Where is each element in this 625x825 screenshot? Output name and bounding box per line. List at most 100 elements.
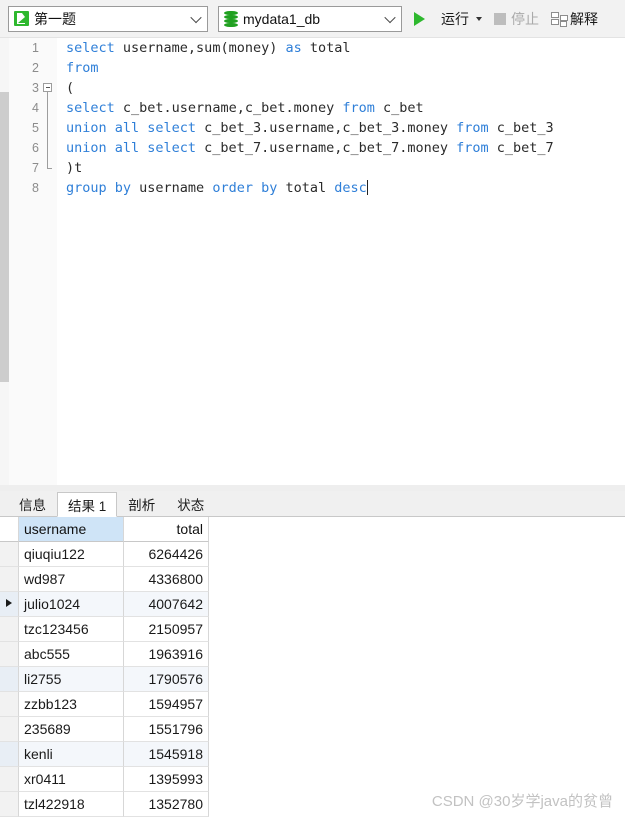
row-marker[interactable] <box>0 617 19 642</box>
code-text: union all select c_bet_7.username,c_bet_… <box>66 140 554 156</box>
code-text: ( <box>66 80 75 96</box>
row-marker[interactable] <box>0 692 19 717</box>
sql-client-window: 第一题 mydata1_db 运行 停止 解释 1 select username… <box>0 0 625 825</box>
column-header-username[interactable]: username <box>19 517 124 542</box>
cell-username[interactable]: xr0411 <box>19 767 124 792</box>
grid-header-row: username total <box>0 517 625 542</box>
stop-button-label: 停止 <box>511 10 539 27</box>
explain-button-label: 解释 <box>570 10 598 27</box>
result-grid[interactable]: username total qiuqiu122 6264426 wd987 433680… <box>0 517 625 825</box>
table-row[interactable]: julio1024 4007642 <box>0 592 625 617</box>
code-line: 5 union all select c_bet_3.username,c_bet… <box>9 118 625 138</box>
result-panel: 信息 结果 1 剖析 状态 username total qiuqiu122 6264426… <box>0 491 625 825</box>
database-selector-value: mydata1_db <box>243 10 321 27</box>
code-text: from <box>66 60 99 76</box>
table-row[interactable]: wd987 4336800 <box>0 567 625 592</box>
row-marker[interactable] <box>0 592 19 617</box>
stop-square-icon <box>494 12 506 25</box>
cell-total[interactable]: 1352780 <box>124 792 209 817</box>
watermark: CSDN @30岁学java的贫曾 <box>431 793 613 810</box>
cell-total[interactable]: 2150957 <box>124 617 209 642</box>
cell-total[interactable]: 1395993 <box>124 767 209 792</box>
row-marker[interactable] <box>0 567 19 592</box>
play-icon <box>414 11 436 26</box>
result-tab-bar: 信息 结果 1 剖析 状态 <box>0 491 625 517</box>
cell-username[interactable]: abc555 <box>19 642 124 667</box>
chevron-down-icon[interactable] <box>185 7 207 31</box>
row-marker[interactable] <box>0 742 19 767</box>
result-tab[interactable]: 状态 <box>166 491 215 516</box>
editor-vertical-scrollbar[interactable] <box>0 38 9 485</box>
table-row[interactable]: li2755 1790576 <box>0 667 625 692</box>
line-number: 2 <box>32 61 39 75</box>
cell-username[interactable]: wd987 <box>19 567 124 592</box>
cell-total[interactable]: 6264426 <box>124 542 209 567</box>
column-header-total[interactable]: total <box>124 517 209 542</box>
cell-total[interactable]: 4007642 <box>124 592 209 617</box>
cell-total[interactable]: 1551796 <box>124 717 209 742</box>
query-selector[interactable]: 第一题 <box>8 5 208 32</box>
toolbar: 第一题 mydata1_db 运行 停止 解释 <box>0 0 625 38</box>
table-row[interactable]: abc555 1963916 <box>0 642 625 667</box>
cell-total[interactable]: 1790576 <box>124 667 209 692</box>
explain-button[interactable]: 解释 <box>551 5 598 33</box>
table-row[interactable]: 235689 1551796 <box>0 717 625 742</box>
line-number: 8 <box>32 181 39 195</box>
database-icon <box>224 10 238 27</box>
table-row[interactable]: qiuqiu122 6264426 <box>0 542 625 567</box>
result-tab-label: 结果 1 <box>68 498 107 514</box>
run-dropdown-caret-icon[interactable] <box>476 16 482 21</box>
query-selector-value: 第一题 <box>34 10 76 27</box>
explain-plan-icon <box>551 11 568 27</box>
cell-username[interactable]: zzbb123 <box>19 692 124 717</box>
cell-username[interactable]: tzc123456 <box>19 617 124 642</box>
run-button-label: 运行 <box>441 10 469 27</box>
fold-toggle-icon[interactable] <box>39 78 57 98</box>
cell-total[interactable]: 1963916 <box>124 642 209 667</box>
fold-guide <box>39 98 57 118</box>
code-line: 7 )t <box>9 158 625 178</box>
code-line: 3( <box>9 78 625 98</box>
sql-editor[interactable]: 1 select username,sum(money) as total 2 fro… <box>0 38 625 485</box>
code-text: )t <box>66 160 83 176</box>
database-selector[interactable]: mydata1_db <box>218 5 402 32</box>
cell-username[interactable]: qiuqiu122 <box>19 542 124 567</box>
code-line: 4 select c_bet.username,c_bet.money from … <box>9 98 625 118</box>
stop-button: 停止 <box>494 5 539 33</box>
chevron-down-icon[interactable] <box>379 7 401 31</box>
table-row[interactable]: tzc123456 2150957 <box>0 617 625 642</box>
cell-total[interactable]: 1594957 <box>124 692 209 717</box>
cell-username[interactable]: 235689 <box>19 717 124 742</box>
cell-username[interactable]: julio1024 <box>19 592 124 617</box>
code-line: 6 union all select c_bet_7.username,c_bet… <box>9 138 625 158</box>
cell-total[interactable]: 1545918 <box>124 742 209 767</box>
result-tab[interactable]: 剖析 <box>117 491 166 516</box>
line-number: 4 <box>32 101 39 115</box>
row-marker[interactable] <box>0 642 19 667</box>
result-tab[interactable]: 信息 <box>8 491 57 516</box>
editor-scrollbar-thumb[interactable] <box>0 92 9 382</box>
row-marker[interactable] <box>0 767 19 792</box>
row-marker[interactable] <box>0 542 19 567</box>
code-line: 1 select username,sum(money) as total <box>9 38 625 58</box>
row-marker[interactable] <box>0 717 19 742</box>
table-row[interactable]: kenli 1545918 <box>0 742 625 767</box>
row-marker[interactable] <box>0 792 19 817</box>
editor-code-area[interactable]: 1 select username,sum(money) as total 2 fro… <box>9 38 625 485</box>
fold-guide <box>39 138 57 158</box>
line-number: 7 <box>32 161 39 175</box>
run-button[interactable]: 运行 <box>414 5 482 33</box>
query-document-icon <box>14 11 29 26</box>
row-marker[interactable] <box>0 667 19 692</box>
table-row[interactable]: xr0411 1395993 <box>0 767 625 792</box>
cell-total[interactable]: 4336800 <box>124 567 209 592</box>
cell-username[interactable]: tzl422918 <box>19 792 124 817</box>
code-text: select username,sum(money) as total <box>66 40 351 56</box>
line-number: 1 <box>32 41 39 55</box>
cell-username[interactable]: kenli <box>19 742 124 767</box>
table-row[interactable]: zzbb123 1594957 <box>0 692 625 717</box>
result-tab[interactable]: 结果 1 <box>57 492 118 517</box>
cell-username[interactable]: li2755 <box>19 667 124 692</box>
